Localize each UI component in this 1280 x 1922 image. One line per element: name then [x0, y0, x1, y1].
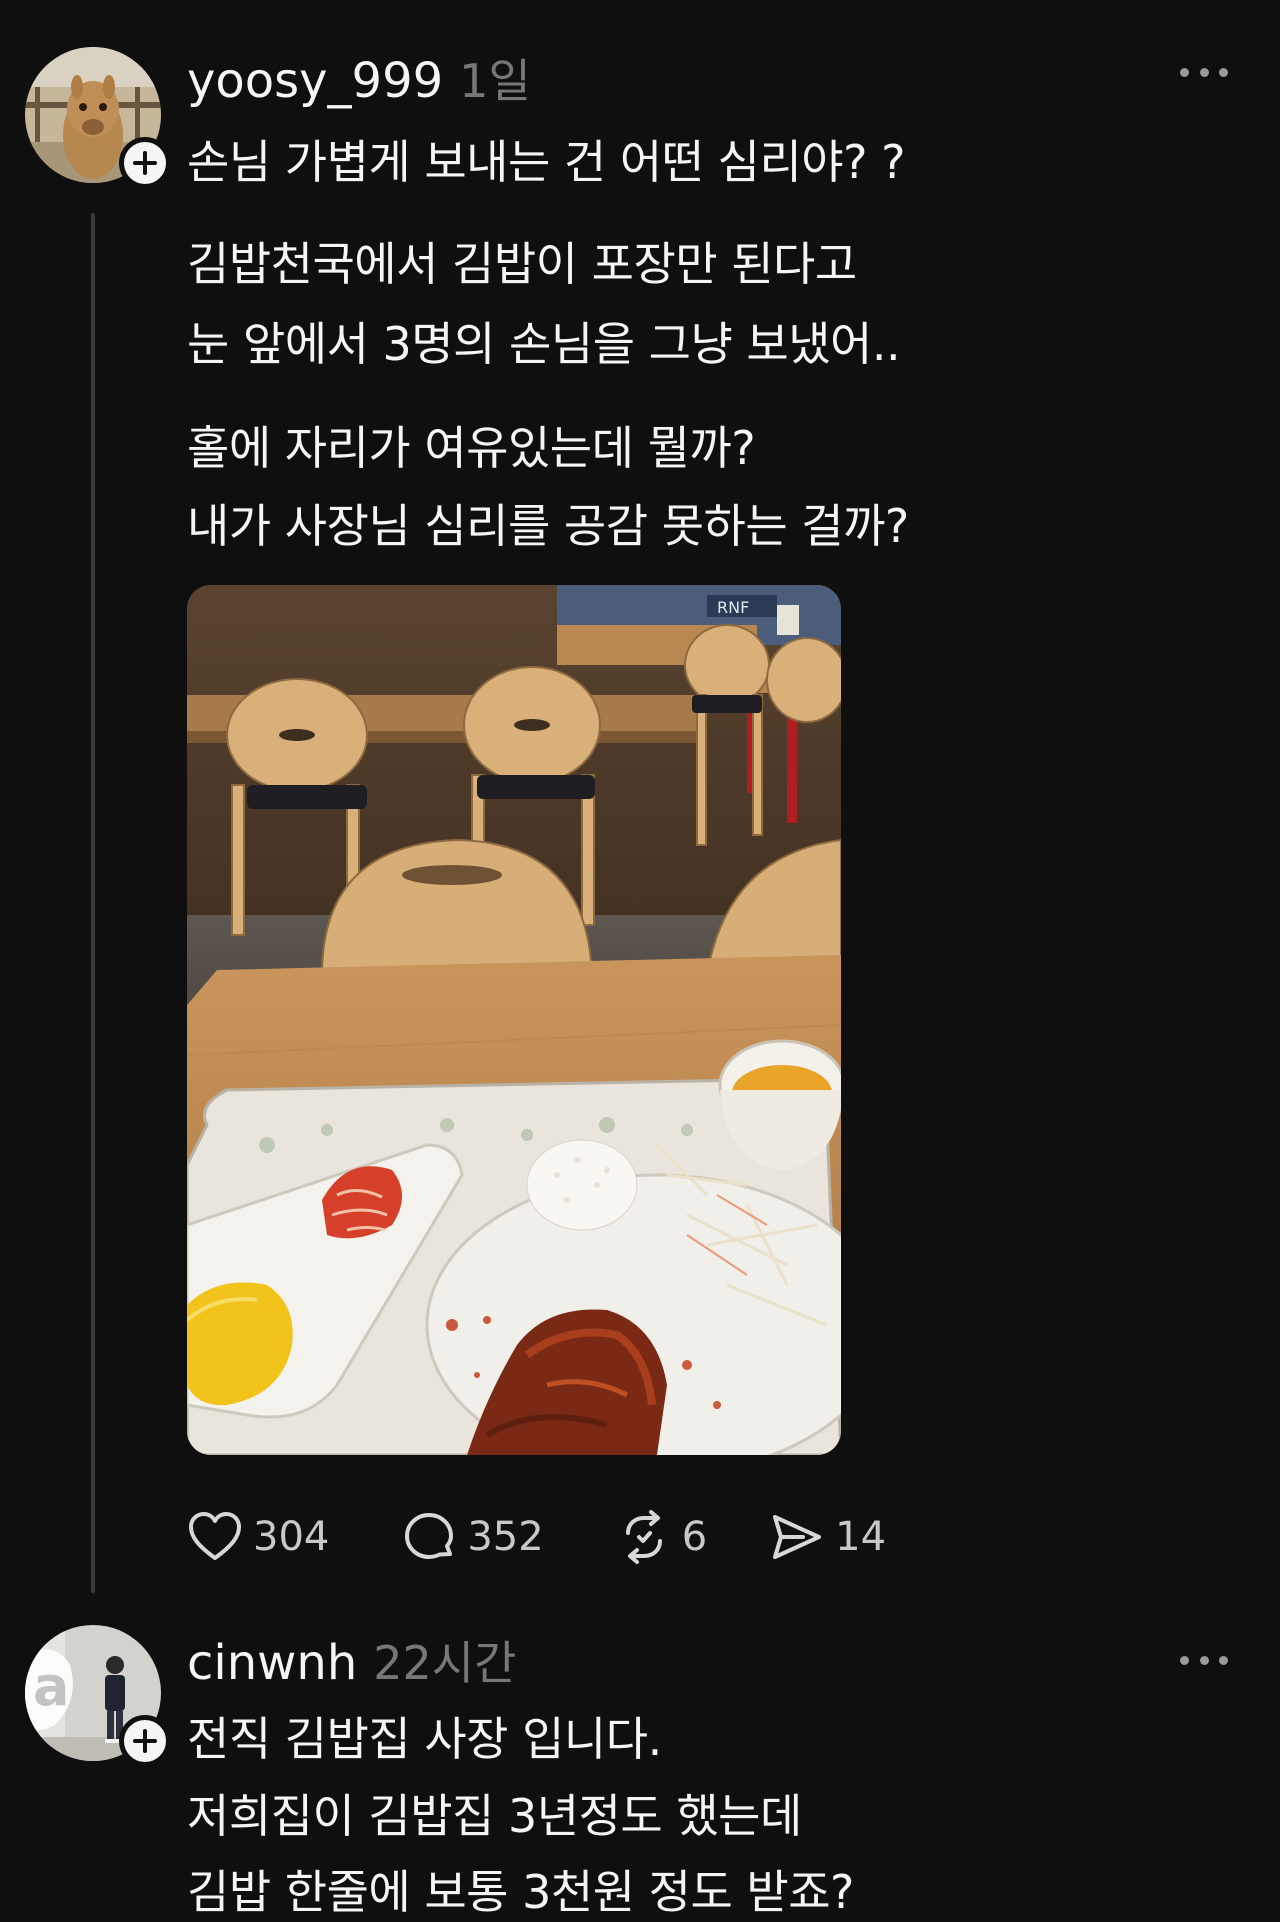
timestamp[interactable]: 1일 [459, 45, 531, 111]
repost-button[interactable]: 6 [616, 1505, 707, 1569]
post-photo[interactable]: RNF [187, 585, 841, 1455]
post-text-line: 저희집이 김밥집 3년정도 했는데 [187, 1789, 802, 1843]
reply-count: 352 [467, 1514, 544, 1560]
more-options-button[interactable] [1180, 1650, 1228, 1670]
plus-icon [133, 151, 157, 175]
svg-text:a: a [33, 1655, 69, 1718]
more-icon-dot [1219, 1655, 1228, 1665]
follow-button[interactable] [119, 137, 171, 189]
avatar-container[interactable]: a [25, 1625, 171, 1767]
post-text-line: 전직 김밥집 사장 입니다. [187, 1712, 662, 1766]
avatar-container[interactable] [25, 47, 171, 189]
more-icon-dot [1219, 67, 1228, 77]
share-count: 14 [835, 1514, 887, 1560]
timestamp[interactable]: 22시간 [373, 1627, 516, 1693]
username[interactable]: cinwnh [187, 1635, 357, 1691]
like-count: 304 [253, 1514, 330, 1560]
repost-icon [625, 1510, 662, 1564]
thread-post: a cinwnh 22시간 전직 김밥집 사장 입니다. 저희집이 김밥집 3년… [0, 1600, 1280, 1920]
more-icon-dot [1180, 1655, 1189, 1665]
follow-button[interactable] [119, 1715, 171, 1767]
share-icon [773, 1515, 822, 1559]
comment-icon [405, 1513, 454, 1559]
post-text-line: 김밥천국에서 김밥이 포장만 된다고 [187, 237, 857, 291]
repost-count: 6 [681, 1514, 708, 1560]
thread-connector-line [91, 213, 95, 1593]
post-text-line: 손님 가볍게 보내는 건 어떤 심리야? ? [187, 135, 906, 189]
post-text-line: 눈 앞에서 3명의 손님을 그냥 보냈어.. [187, 317, 901, 371]
post-text-line: 홀에 자리가 여유있는데 뭘까? [187, 421, 756, 475]
sign-text: RNF [717, 598, 749, 617]
heart-icon [189, 1512, 241, 1560]
post-header: yoosy_999 1일 [187, 45, 531, 109]
share-button[interactable]: 14 [769, 1505, 886, 1569]
post-action-bar: 304 352 6 14 [187, 1505, 886, 1569]
username[interactable]: yoosy_999 [187, 53, 443, 109]
more-icon-dot [1199, 67, 1209, 77]
like-button[interactable]: 304 [187, 1505, 329, 1569]
more-options-button[interactable] [1180, 62, 1228, 82]
reply-button[interactable]: 352 [401, 1505, 544, 1569]
more-icon-dot [1180, 67, 1189, 77]
thread-post: yoosy_999 1일 손님 가볍게 보내는 건 어떤 심리야? ? 김밥천국… [0, 0, 1280, 1600]
post-text-line: 김밥 한줄에 보통 3천원 정도 받죠? [187, 1865, 854, 1919]
post-text-line: 내가 사장님 심리를 공감 못하는 걸까? [187, 499, 909, 553]
post-header: cinwnh 22시간 [187, 1627, 516, 1691]
plus-icon [133, 1729, 157, 1753]
more-icon-dot [1199, 1655, 1209, 1665]
